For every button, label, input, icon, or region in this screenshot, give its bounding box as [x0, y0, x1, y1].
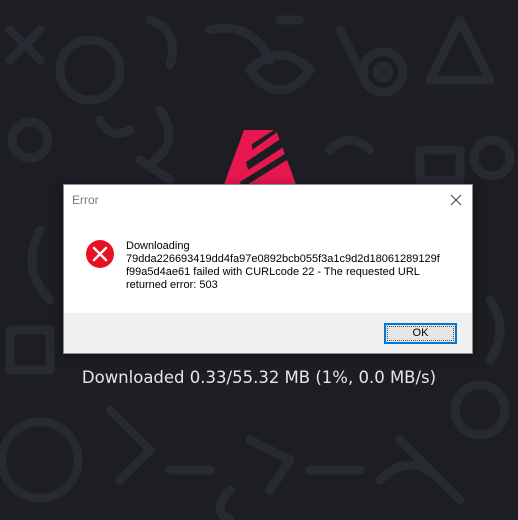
error-message-line: Downloading: [126, 240, 190, 252]
ok-button[interactable]: OK: [384, 323, 457, 344]
dialog-titlebar: Error: [64, 185, 472, 215]
error-x-icon: [86, 240, 114, 268]
error-message-line: f99a5d4ae61 failed with CURLcode 22 - Th…: [126, 266, 420, 278]
error-message-line: returned error: 503: [126, 279, 218, 291]
close-icon: [450, 194, 462, 206]
dialog-footer: OK: [64, 313, 472, 353]
close-button[interactable]: [444, 189, 468, 211]
app-logo: [222, 130, 298, 190]
download-status: Downloaded 0.33/55.32 MB (1%, 0.0 MB/s): [81, 368, 437, 387]
error-dialog: Error Downloading 79dda226693419dd4fa97e…: [63, 184, 473, 354]
dialog-title: Error: [72, 193, 99, 207]
error-message: Downloading 79dda226693419dd4fa97e0892bc…: [126, 240, 456, 292]
launcher-window: Error Downloading 79dda226693419dd4fa97e…: [0, 0, 518, 520]
error-message-line: 79dda226693419dd4fa97e0892bcb055f3a1c9d2…: [126, 253, 440, 265]
